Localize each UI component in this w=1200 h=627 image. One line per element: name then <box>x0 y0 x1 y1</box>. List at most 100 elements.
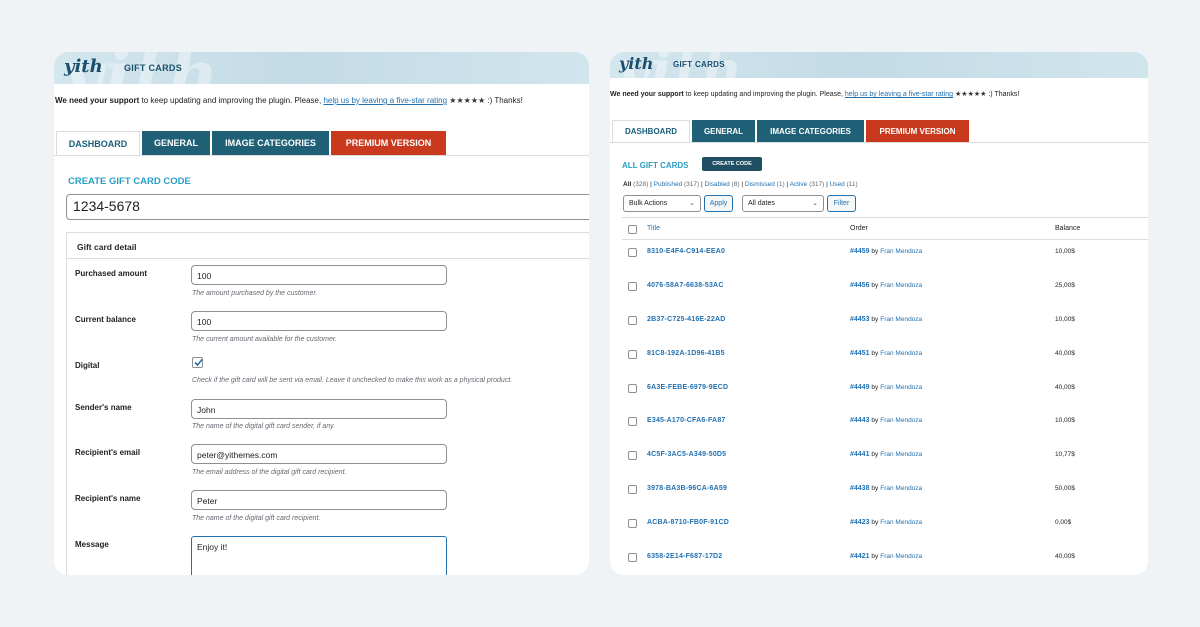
five-star-icon: ★★★★★ <box>955 91 987 98</box>
page-title: CREATE GIFT CARD CODE <box>68 176 191 187</box>
gift-card-code-link[interactable]: 81C8-192A-1D96-41B5 <box>647 350 725 357</box>
row-checkbox[interactable] <box>628 281 637 291</box>
rating-link[interactable]: help us by leaving a five-star rating <box>323 96 447 105</box>
plugin-banner: yith yith GIFT CARDS <box>610 52 1148 78</box>
row-checkbox[interactable] <box>628 417 637 427</box>
row-checkbox[interactable] <box>628 383 637 393</box>
customer-link[interactable]: Fran Mendoza <box>880 485 922 492</box>
customer-link[interactable]: Fran Mendoza <box>880 417 922 424</box>
order-number-link[interactable]: #4451 <box>850 350 869 357</box>
order-by-text: by <box>871 248 879 255</box>
order-number-link[interactable]: #4459 <box>850 248 869 255</box>
balance-value: 10,00$ <box>1055 417 1075 425</box>
tabs-divider <box>610 142 1148 143</box>
order-number-link[interactable]: #4441 <box>850 451 869 458</box>
customer-link[interactable]: Fran Mendoza <box>880 248 922 255</box>
order-cell: #4459 by Fran Mendoza <box>850 248 922 255</box>
customer-link[interactable]: Fran Mendoza <box>880 316 922 323</box>
tab-image-categories[interactable]: IMAGE CATEGORIES <box>212 131 329 155</box>
balance-value: 40,00$ <box>1055 383 1075 391</box>
customer-link[interactable]: Fran Mendoza <box>880 451 922 458</box>
recipient-name-input[interactable]: Peter <box>191 490 447 510</box>
sender-name-input[interactable]: John <box>191 399 447 419</box>
order-number-link[interactable]: #4453 <box>850 316 869 323</box>
order-number-link[interactable]: #4449 <box>850 384 869 391</box>
filter-disabled[interactable]: Disabled <box>705 181 730 188</box>
row-checkbox[interactable] <box>628 248 637 257</box>
gift-card-code-link[interactable]: 2B37-C725-416E-22AD <box>647 316 726 323</box>
filter-dismissed[interactable]: Dismissed <box>745 181 775 188</box>
row-checkbox[interactable] <box>628 485 637 495</box>
plugin-banner: yith yith GIFT CARDS <box>54 52 589 84</box>
status-filters: All (328) | Published (317) | Disabled (… <box>623 181 858 188</box>
gift-card-code-link[interactable]: 4076-58A7-6638-53AC <box>647 282 724 289</box>
order-by-text: by <box>871 485 879 493</box>
chevron-down-icon: ⌄ <box>812 200 818 207</box>
digital-desc: Check if the gift card will be sent via … <box>192 377 513 384</box>
apply-button[interactable]: Apply <box>704 195 733 212</box>
gift-card-code-link[interactable]: 8310-E4F4-C914-EEA0 <box>647 248 725 255</box>
rating-link[interactable]: help us by leaving a five-star rating <box>845 91 953 98</box>
filter-button[interactable]: Filter <box>827 195 856 212</box>
column-title[interactable]: Title <box>647 225 660 232</box>
tab-premium-version[interactable]: PREMIUM VERSION <box>331 131 446 155</box>
tab-dashboard[interactable]: DASHBOARD <box>56 131 140 155</box>
gift-card-editor-panel: yith yith GIFT CARDS We need your suppor… <box>54 52 589 575</box>
digital-checkbox[interactable] <box>192 357 203 368</box>
create-code-button[interactable]: CREATE CODE <box>702 157 762 171</box>
bulk-actions-select[interactable]: Bulk Actions ⌄ <box>623 195 701 212</box>
tab-image-categories[interactable]: IMAGE CATEGORIES <box>757 120 864 142</box>
tab-premium-version[interactable]: PREMIUM VERSION <box>866 120 969 142</box>
recipient-name-label: Recipient's name <box>75 494 141 503</box>
customer-link[interactable]: Fran Mendoza <box>880 282 922 289</box>
order-number-link[interactable]: #4421 <box>850 553 869 560</box>
filter-count: (328) <box>633 181 649 188</box>
recipient-email-label: Recipient's email <box>75 448 141 457</box>
table-row: 81C8-192A-1D96-41B5 #4451 by Fran Mendoza… <box>622 342 1148 376</box>
gift-card-code-link[interactable]: 6A3E-FEBE-6979-9ECD <box>647 384 728 391</box>
order-number-link[interactable]: #4438 <box>850 485 869 492</box>
order-by-text: by <box>871 451 879 459</box>
order-number-link[interactable]: #4443 <box>850 417 869 424</box>
yith-logo: yith <box>619 54 654 73</box>
row-checkbox[interactable] <box>628 349 637 359</box>
plugin-tabs: DASHBOARD GENERAL IMAGE CATEGORIES PREMI… <box>56 131 448 155</box>
row-checkbox[interactable] <box>628 315 637 325</box>
gift-card-code-input[interactable]: 1234-5678 <box>66 194 589 220</box>
recipient-email-input[interactable]: peter@yithemes.com <box>191 444 447 464</box>
order-cell: #4453 by Fran Mendoza <box>850 316 922 323</box>
table-row: 6A3E-FEBE-6979-9ECD #4449 by Fran Mendoza… <box>622 376 1148 410</box>
gift-card-code-link[interactable]: ACBA-8710-FB0F-91CD <box>647 519 729 526</box>
customer-link[interactable]: Fran Mendoza <box>880 553 922 560</box>
gift-card-code-link[interactable]: 3978-BA3B-96CA-6A59 <box>647 485 727 492</box>
row-checkbox[interactable] <box>628 451 637 461</box>
select-all-checkbox[interactable] <box>628 225 637 234</box>
message-textarea[interactable]: Enjoy it! <box>191 536 447 575</box>
filter-used[interactable]: Used <box>830 181 845 188</box>
gift-card-code-link[interactable]: 6358-2E14-F687-17D2 <box>647 553 722 560</box>
order-by-text: by <box>871 383 879 391</box>
current-balance-input[interactable]: 100 <box>191 311 447 331</box>
row-checkbox[interactable] <box>628 553 637 563</box>
tab-general[interactable]: GENERAL <box>692 120 755 142</box>
order-number-link[interactable]: #4423 <box>850 519 869 526</box>
tab-dashboard[interactable]: DASHBOARD <box>612 120 690 142</box>
order-cell: #4423 by Fran Mendoza <box>850 519 922 526</box>
order-number-link[interactable]: #4456 <box>850 282 869 289</box>
customer-link[interactable]: Fran Mendoza <box>880 519 922 526</box>
gift-card-code-link[interactable]: 4C5F-3AC5-A349-50D5 <box>647 451 726 458</box>
gift-card-code-link[interactable]: E345-A170-CFA6-FA87 <box>647 417 726 424</box>
filter-all[interactable]: All <box>623 181 631 188</box>
filter-count: (11) <box>846 181 858 188</box>
customer-link[interactable]: Fran Mendoza <box>880 350 922 357</box>
balance-value: 50,00$ <box>1055 485 1075 493</box>
purchased-amount-label: Purchased amount <box>75 269 148 278</box>
filter-active[interactable]: Active <box>790 181 808 188</box>
row-checkbox[interactable] <box>628 519 637 529</box>
tab-general[interactable]: GENERAL <box>142 131 210 155</box>
customer-link[interactable]: Fran Mendoza <box>880 384 922 391</box>
purchased-amount-input[interactable]: 100 <box>191 265 447 285</box>
order-cell: #4449 by Fran Mendoza <box>850 384 922 391</box>
date-filter-select[interactable]: All dates ⌄ <box>742 195 824 212</box>
filter-published[interactable]: Published <box>654 181 683 188</box>
